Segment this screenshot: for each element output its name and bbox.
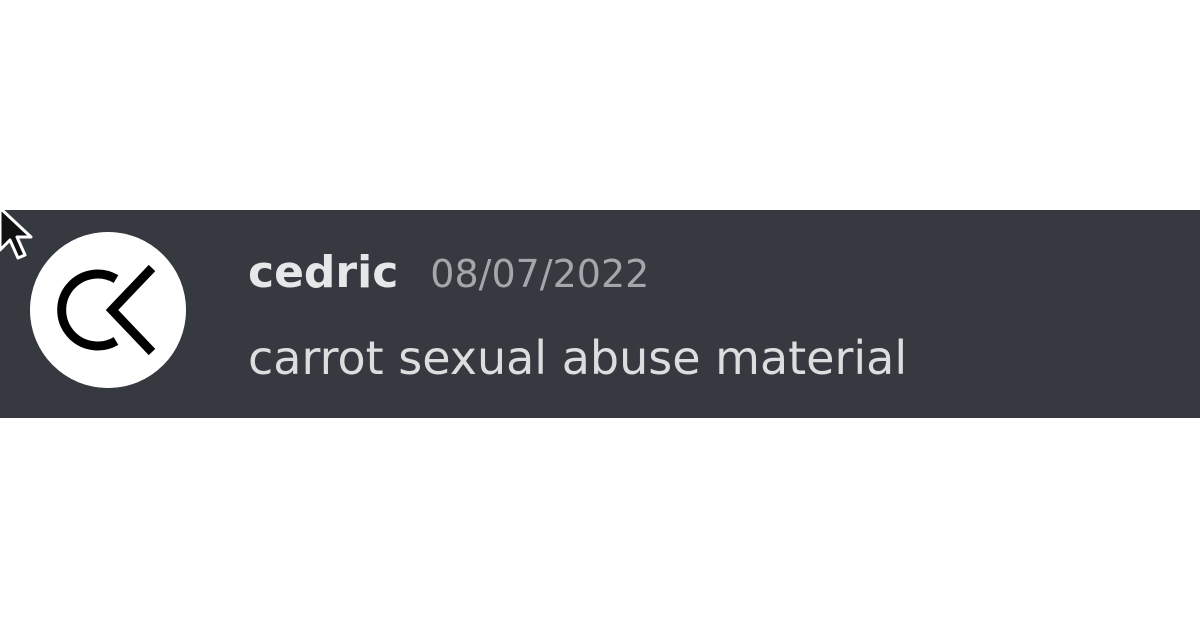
username[interactable]: cedric [248,245,398,301]
message-content: carrot sexual abuse material [248,331,908,385]
message-header: cedric 08/07/2022 [248,245,649,305]
mouse-pointer-icon [0,206,33,260]
timestamp[interactable]: 08/07/2022 [430,246,649,302]
ck-logo-icon [30,232,186,388]
avatar[interactable] [30,232,186,388]
page: cedric 08/07/2022 carrot sexual abuse ma… [0,0,1200,628]
